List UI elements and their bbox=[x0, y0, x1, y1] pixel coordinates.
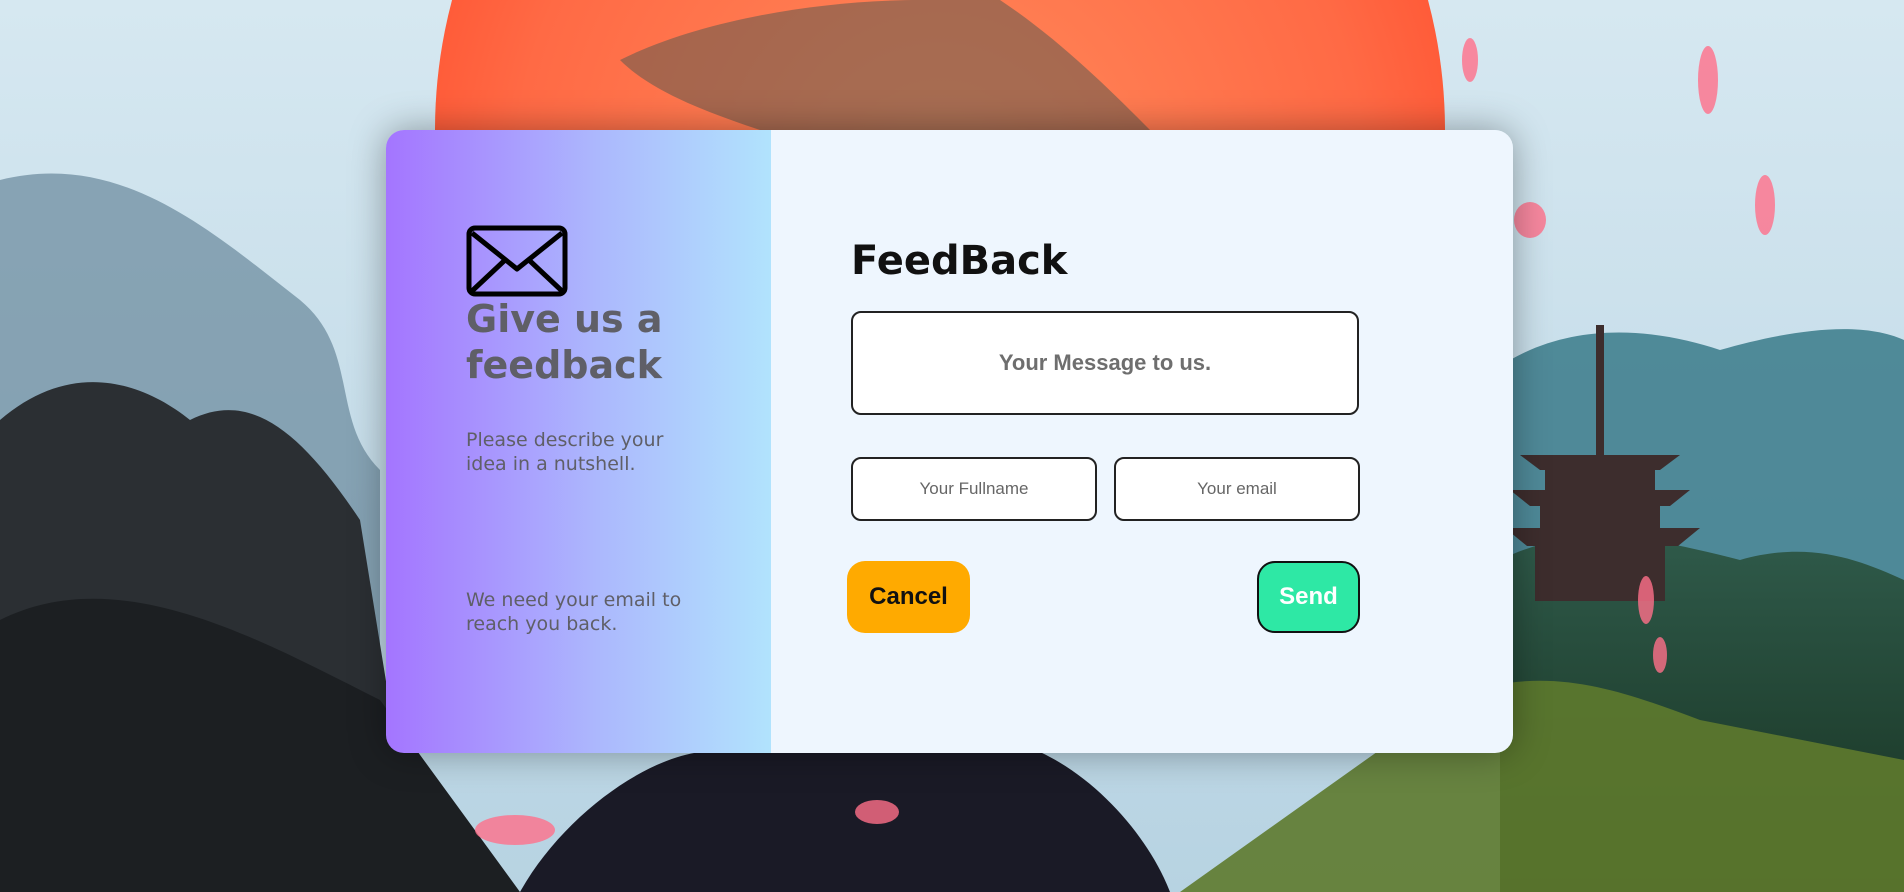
cancel-button[interactable]: Cancel bbox=[847, 561, 970, 633]
email-note-text: We need your email to reach you back. bbox=[466, 589, 682, 635]
fullname-input[interactable] bbox=[851, 457, 1097, 521]
feedback-card: Give us a feedback Please describe your … bbox=[386, 130, 1513, 753]
envelope-icon bbox=[466, 225, 568, 297]
feedback-heading: Give us a feedback bbox=[466, 297, 663, 387]
form-title: FeedBack bbox=[851, 238, 1068, 284]
info-panel: Give us a feedback Please describe your … bbox=[386, 130, 771, 753]
feedback-page: Give us a feedback Please describe your … bbox=[0, 0, 1904, 892]
description-text: Please describe your idea in a nutshell. bbox=[466, 429, 664, 475]
message-input[interactable] bbox=[851, 311, 1359, 415]
send-button[interactable]: Send bbox=[1257, 561, 1360, 633]
email-input[interactable] bbox=[1114, 457, 1360, 521]
feedback-form: FeedBack Cancel Send bbox=[771, 130, 1513, 753]
